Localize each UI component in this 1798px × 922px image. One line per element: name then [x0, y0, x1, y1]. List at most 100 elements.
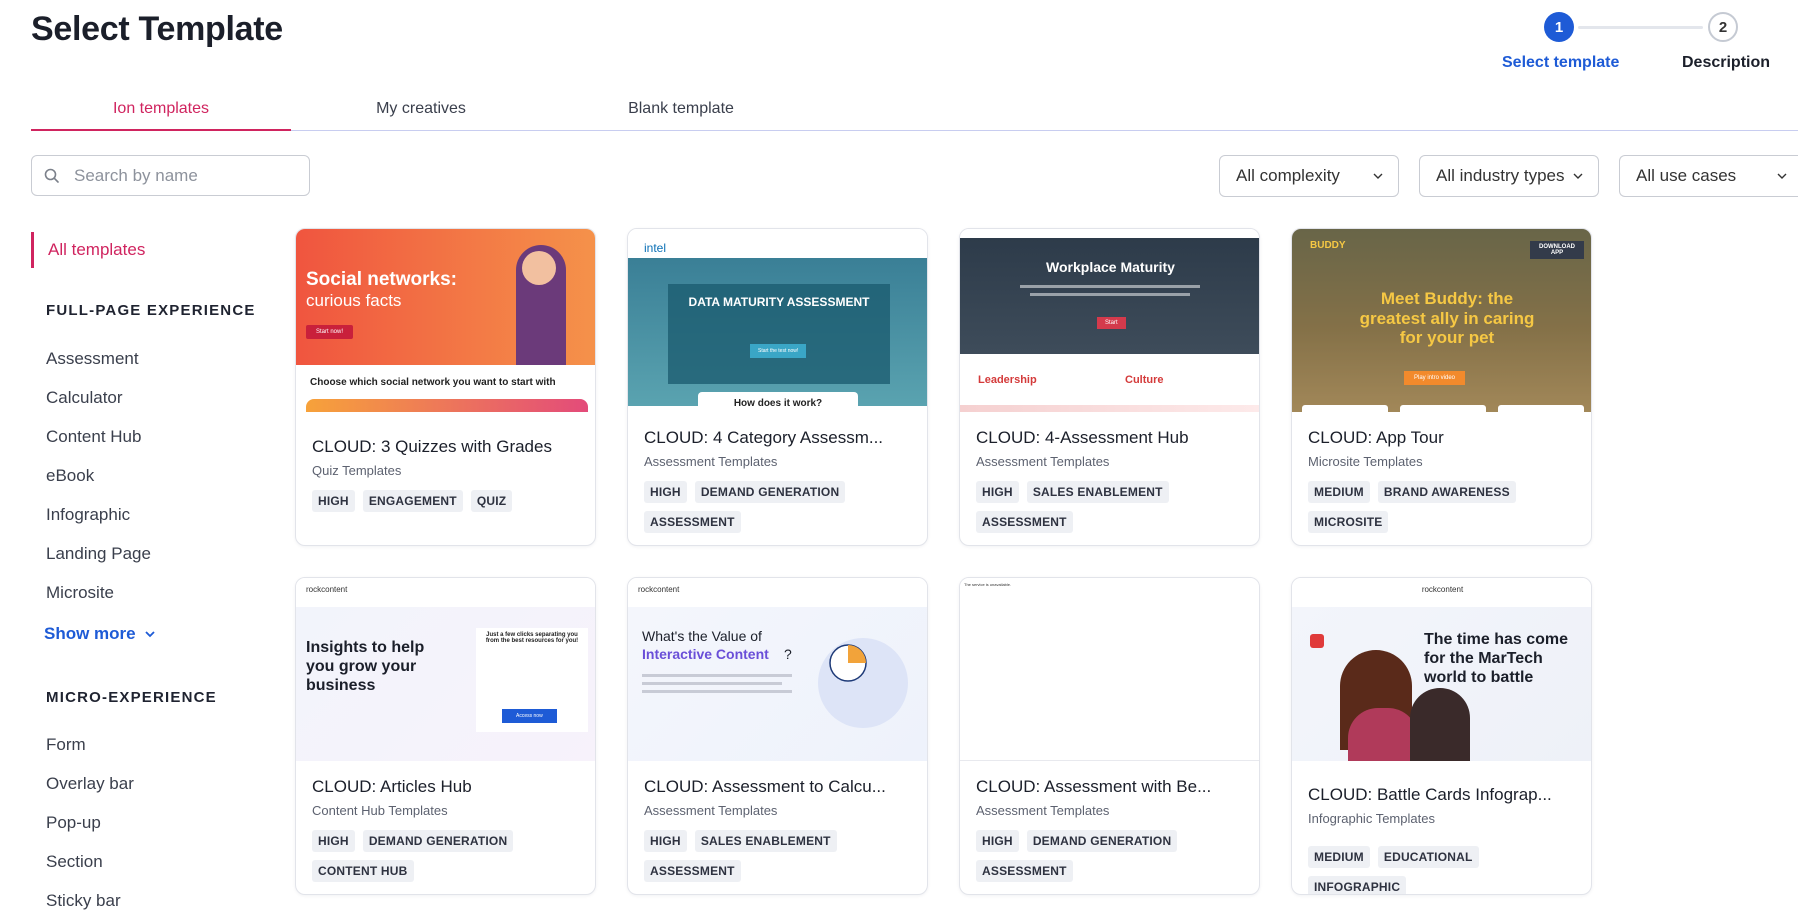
template-card[interactable]: BUDDY DOWNLOAD APP Meet Buddy: the great… [1291, 228, 1592, 546]
template-card[interactable]: rockcontent What's the Value of Interact… [627, 577, 928, 895]
tag: DEMAND GENERATION [362, 830, 514, 852]
tab-ion-templates[interactable]: Ion templates [31, 96, 291, 131]
sidebar-item-landing-page[interactable]: Landing Page [46, 544, 151, 564]
tag: ASSESSMENT [644, 511, 741, 533]
template-card[interactable]: Workplace Maturity Start Leadership Cult… [959, 228, 1260, 546]
template-card[interactable]: rockcontent Insights to help you grow yo… [295, 577, 596, 895]
tag: ASSESSMENT [976, 860, 1073, 882]
show-more-label: Show more [44, 624, 136, 643]
thumb-hero [960, 238, 1259, 354]
card-tags: HIGH SALES ENABLEMENT ASSESSMENT [644, 830, 914, 882]
sidebar-item-pop-up[interactable]: Pop-up [46, 813, 101, 833]
chevron-down-icon [1573, 173, 1583, 179]
card-tags: MEDIUM EDUCATIONAL INFOGRAPHIC [1308, 846, 1578, 894]
sidebar-item-sticky-bar[interactable]: Sticky bar [46, 891, 121, 911]
step-number: 2 [1708, 12, 1738, 42]
sidebar-item-all-templates[interactable]: All templates [31, 232, 145, 268]
sidebar-item-infographic[interactable]: Infographic [46, 505, 130, 525]
tag: DEMAND GENERATION [694, 481, 846, 503]
card-subtitle: Assessment Templates [644, 454, 778, 469]
thumb-form-title: Just a few clicks separating you from th… [485, 632, 579, 644]
thumb-footer: How does it work? [733, 398, 823, 409]
complexity-filter[interactable]: All complexity [1219, 155, 1399, 197]
industry-filter[interactable]: All industry types [1419, 155, 1599, 197]
thumb-text-line [642, 690, 792, 693]
sidebar-item-content-hub[interactable]: Content Hub [46, 427, 141, 447]
card-body: CLOUD: Articles Hub Content Hub Template… [312, 777, 585, 882]
tag: HIGH [976, 830, 1019, 852]
card-tags: HIGH DEMAND GENERATION CONTENT HUB [312, 830, 582, 882]
thumb-strip [306, 399, 588, 412]
card-body: CLOUD: Assessment to Calcu... Assessment… [644, 777, 917, 882]
thumb-text-line [1030, 293, 1190, 296]
card-tags: HIGH DEMAND GENERATION ASSESSMENT [976, 830, 1246, 882]
card-title: CLOUD: 3 Quizzes with Grades [312, 437, 552, 456]
tag: HIGH [644, 830, 687, 852]
card-title: CLOUD: Articles Hub [312, 777, 472, 796]
card-subtitle: Quiz Templates [312, 463, 402, 478]
thumb-cta: Start the test now! [750, 344, 807, 358]
card-title: CLOUD: App Tour [1308, 428, 1444, 447]
industry-filter-label: All industry types [1436, 166, 1565, 185]
sidebar-item-overlay-bar[interactable]: Overlay bar [46, 774, 134, 794]
tag: BRAND AWARENESS [1377, 481, 1516, 503]
sidebar-item-section[interactable]: Section [46, 852, 103, 872]
thumb-headline: What's the Value of [642, 628, 762, 644]
tab-my-creatives[interactable]: My creatives [291, 96, 551, 131]
thumb-badge [1310, 634, 1324, 648]
thumb-headline: Workplace Maturity [1046, 259, 1175, 275]
tag: HIGH [312, 490, 355, 512]
card-tags: HIGH ENGAGEMENT QUIZ [312, 490, 582, 512]
chevron-down-icon [144, 631, 155, 638]
template-card[interactable]: Social networks: curious facts Start now… [295, 228, 596, 546]
template-card[interactable]: rockcontent The time has come for the Ma… [1291, 577, 1592, 895]
card-tags: HIGH SALES ENABLEMENT ASSESSMENT [976, 481, 1246, 533]
tag: CONTENT HUB [312, 860, 414, 882]
card-thumbnail: Social networks: curious facts Start now… [296, 229, 595, 412]
card-thumbnail: rockcontent What's the Value of Interact… [628, 578, 927, 761]
thumb-text-line [1020, 285, 1200, 288]
card-thumbnail: Workplace Maturity Start Leadership Cult… [960, 229, 1259, 412]
template-card[interactable]: The service is unavailable. CLOUD: Asses… [959, 577, 1260, 895]
card-body: CLOUD: 4 Category Assessm... Assessment … [644, 428, 917, 533]
tag: HIGH [644, 481, 687, 503]
card-tags: HIGH DEMAND GENERATION ASSESSMENT [644, 481, 914, 533]
chevron-down-icon [1373, 173, 1383, 179]
card-thumbnail: The service is unavailable. [960, 578, 1259, 761]
pie-chart-icon [829, 644, 867, 682]
tag: SALES ENABLEMENT [1026, 481, 1169, 503]
sidebar-item-calculator[interactable]: Calculator [46, 388, 123, 408]
thumb-cta: Play intro video [1404, 371, 1466, 385]
tag: INFOGRAPHIC [1308, 876, 1407, 894]
card-body: CLOUD: 3 Quizzes with Grades Quiz Templa… [312, 437, 585, 512]
sidebar-item-microsite[interactable]: Microsite [46, 583, 114, 603]
tab-blank-template[interactable]: Blank template [551, 96, 811, 131]
tag: DEMAND GENERATION [1026, 830, 1178, 852]
thumb-note: The service is unavailable. [964, 582, 1012, 587]
use-case-filter[interactable]: All use cases [1619, 155, 1798, 197]
search-box[interactable] [31, 155, 310, 196]
sidebar-item-form[interactable]: Form [46, 735, 86, 755]
use-case-filter-label: All use cases [1636, 166, 1737, 185]
thumb-text-line [642, 674, 792, 677]
tag: ASSESSMENT [644, 860, 741, 882]
tag: HIGH [976, 481, 1019, 503]
thumb-logo: BUDDY [1310, 240, 1346, 251]
search-input[interactable] [74, 165, 294, 186]
search-icon [44, 168, 59, 183]
card-subtitle: Infographic Templates [1308, 811, 1435, 826]
card-thumbnail: rockcontent Insights to help you grow yo… [296, 578, 595, 761]
card-tags: MEDIUM BRAND AWARENESS MICROSITE [1308, 481, 1578, 533]
show-more-button[interactable]: Show more [44, 624, 156, 644]
template-card[interactable]: intel DATA MATURITY ASSESSMENT Start the… [627, 228, 928, 546]
thumb-headline: Meet Buddy: the greatest ally in caring … [1359, 289, 1535, 348]
card-subtitle: Assessment Templates [976, 454, 1110, 469]
tag: MEDIUM [1308, 481, 1370, 503]
thumb-headline: DATA MATURITY ASSESSMENT [688, 295, 870, 309]
sidebar-item-ebook[interactable]: eBook [46, 466, 94, 486]
tag: ENGAGEMENT [362, 490, 463, 512]
card-subtitle: Assessment Templates [976, 803, 1110, 818]
thumb-headline: Insights to help you grow your business [306, 639, 425, 695]
sidebar-item-assessment[interactable]: Assessment [46, 349, 139, 369]
card-title: CLOUD: Assessment with Be... [976, 777, 1212, 796]
